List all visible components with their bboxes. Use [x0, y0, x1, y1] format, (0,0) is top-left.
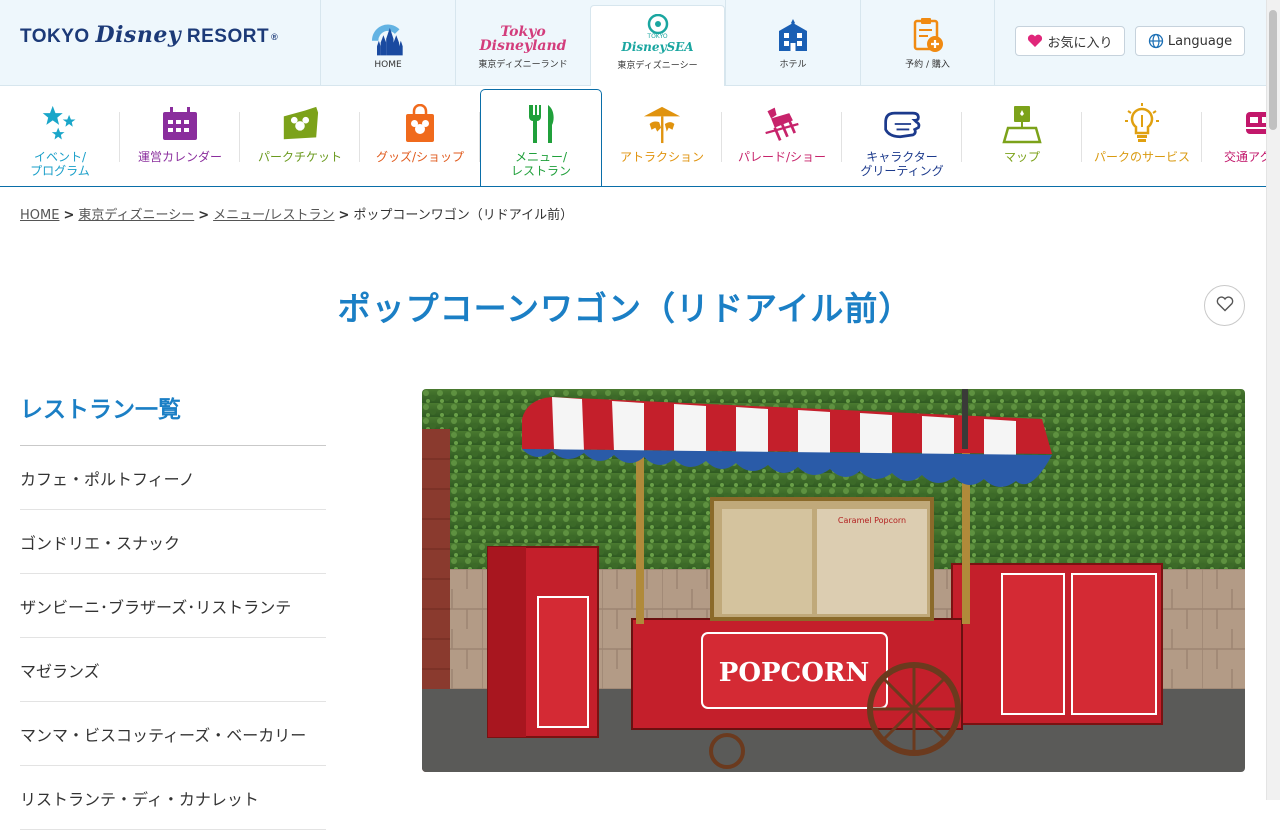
nav-character-greeting[interactable]: キャラクター グリーティング: [842, 86, 962, 186]
logo-text-disney: Disney: [95, 22, 182, 48]
park-tab-home[interactable]: HOME: [320, 0, 455, 86]
hotel-icon: [771, 17, 815, 53]
breadcrumb-separator: >: [63, 208, 75, 223]
popcorn-wagon-photo: POPCORN Caramel Popcorn: [422, 389, 1245, 772]
monorail-icon: [1242, 104, 1266, 144]
logo-text-tokyo: TOKYO: [20, 26, 96, 47]
park-tab-tokyo-disneyland[interactable]: Tokyo Disneyland 東京ディズニーランド: [455, 0, 590, 86]
heart-outline-icon: [1216, 295, 1234, 316]
nav-service-label: パークのサービス: [1093, 150, 1190, 164]
logo-text-resort: RESORT: [181, 26, 270, 47]
nav-greeting-label: キャラクター グリーティング: [860, 150, 944, 178]
shopping-bag-icon: [400, 104, 440, 144]
glove-icon: [882, 104, 922, 144]
globe-icon: [1148, 33, 1164, 49]
add-favorite-button[interactable]: [1204, 285, 1245, 326]
park-tab-reserve-label: 予約 / 購入: [905, 60, 950, 70]
lightbulb-icon: [1122, 103, 1162, 144]
breadcrumb-separator: >: [338, 208, 350, 223]
breadcrumb-menu-restaurant[interactable]: メニュー/レストラン: [213, 208, 334, 223]
stars-icon: [40, 104, 80, 144]
carousel-icon: [642, 104, 682, 144]
nav-transport-access[interactable]: 交通アク: [1202, 86, 1266, 186]
restaurant-list-item[interactable]: ゴンドリエ・スナック: [20, 510, 326, 574]
popcorn-sign-text: POPCORN: [719, 658, 869, 688]
nav-event-label: イベント/ プログラム: [30, 150, 90, 178]
restaurant-list-item[interactable]: リストランテ・ディ・カナレット: [20, 766, 326, 830]
breadcrumb-tokyo-disneysea[interactable]: 東京ディズニーシー: [78, 208, 194, 223]
tokyo-disney-resort-logo[interactable]: TOKYO Disney RESORT ®: [20, 22, 278, 48]
favorites-button[interactable]: お気に入り: [1015, 26, 1125, 56]
logo-registered-mark: ®: [271, 31, 279, 42]
disneysea-globe-icon: [646, 13, 670, 35]
restaurant-list-item[interactable]: ザンビーニ･ブラザーズ･リストランテ: [20, 574, 326, 638]
park-tab-tds-label: 東京ディズニーシー: [617, 61, 698, 71]
calendar-icon: [160, 104, 200, 144]
park-tabs: HOME Tokyo Disneyland 東京ディズニーランド TOKYO D…: [320, 0, 995, 87]
park-tab-home-label: HOME: [374, 60, 402, 70]
nav-parade-show[interactable]: パレード/ショー: [722, 86, 842, 186]
language-label: Language: [1167, 33, 1233, 49]
breadcrumb-separator: >: [198, 208, 210, 223]
heart-icon: [1027, 34, 1043, 48]
park-tab-hotel-label: ホテル: [779, 60, 807, 70]
nav-park-ticket[interactable]: パークチケット: [240, 86, 360, 186]
nav-menu-restaurant[interactable]: メニュー/ レストラン: [480, 89, 602, 186]
top-header: TOKYO Disney RESORT ® HOME Tokyo Disneyla…: [0, 0, 1266, 87]
nav-map-label: マップ: [1003, 150, 1040, 164]
nav-ticket-label: パークチケット: [257, 150, 342, 164]
restaurant-list: カフェ・ポルトフィーノ ゴンドリエ・スナック ザンビーニ･ブラザーズ･リストラン…: [20, 446, 326, 830]
nav-park-service[interactable]: パークのサービス: [1082, 86, 1202, 186]
nav-attraction-label: アトラクション: [619, 150, 704, 164]
breadcrumb-home[interactable]: HOME: [20, 208, 59, 223]
nav-menu-label: メニュー/ レストラン: [510, 150, 571, 178]
ticket-icon: [280, 104, 320, 144]
disneysea-logo: DisneySEA: [621, 40, 694, 54]
page-title: ポップコーンワゴン（リドアイル前）: [337, 289, 913, 328]
nav-attraction[interactable]: アトラクション: [602, 86, 722, 186]
clipboard-plus-icon: [906, 17, 950, 53]
nav-goods-label: グッズ/ショップ: [375, 150, 465, 164]
nav-calendar-label: 運営カレンダー: [137, 150, 222, 164]
fork-knife-icon: [521, 104, 561, 144]
park-tab-hotel[interactable]: ホテル: [725, 0, 860, 86]
restaurant-list-item[interactable]: カフェ・ポルトフィーノ: [20, 446, 326, 510]
breadcrumb: HOME > 東京ディズニーシー > メニュー/レストラン > ポップコーンワゴン（リドアイ…: [20, 204, 573, 223]
breadcrumb-current: ポップコーンワゴン（リドアイル前）: [353, 208, 574, 223]
nav-calendar[interactable]: 運営カレンダー: [120, 86, 240, 186]
map-icon: [1002, 104, 1042, 144]
caramel-popcorn-sign: Caramel Popcorn: [838, 516, 906, 525]
page-scrollbar[interactable]: [1266, 0, 1280, 800]
nav-parade-label: パレード/ショー: [737, 150, 827, 164]
favorites-label: お気に入り: [1047, 35, 1113, 51]
restaurant-list-item[interactable]: マゼランズ: [20, 638, 326, 702]
park-tab-tdl-label: 東京ディズニーランド: [478, 60, 568, 70]
nav-event-program[interactable]: イベント/ プログラム: [0, 86, 120, 186]
tokyo-disneyland-logo: Tokyo Disneyland: [479, 24, 567, 54]
restaurant-list-item[interactable]: マンマ・ビスコッティーズ・ベーカリー: [20, 702, 326, 766]
scrollbar-thumb[interactable]: [1269, 10, 1277, 130]
park-tab-reservation[interactable]: 予約 / 購入: [860, 0, 995, 86]
castle-icon: [366, 20, 410, 56]
restaurant-list-title: レストラン一覧: [20, 397, 181, 423]
parade-icon: [762, 104, 802, 144]
language-button[interactable]: Language: [1135, 26, 1245, 56]
nav-transport-label: 交通アク: [1224, 150, 1266, 164]
nav-map[interactable]: マップ: [962, 86, 1082, 186]
park-tab-tokyo-disneysea[interactable]: TOKYO DisneySEA 東京ディズニーシー: [590, 5, 725, 87]
nav-goods-shop[interactable]: グッズ/ショップ: [360, 86, 480, 186]
category-nav: イベント/ プログラム 運営カレンダー パークチケット グッズ/ショップ メニュ…: [0, 86, 1266, 187]
